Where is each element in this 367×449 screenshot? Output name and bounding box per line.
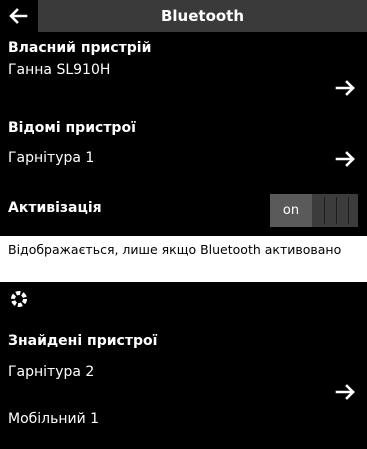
loading-spinner-icon (11, 291, 27, 307)
knob-grip-line (336, 197, 337, 224)
activation-label: Активізація (8, 200, 102, 216)
bluetooth-note: Відображається, лише якщо Bluetooth акти… (0, 236, 367, 282)
knob-grip-line (324, 197, 325, 224)
toggle-on-label: on (270, 194, 312, 227)
found-device-item[interactable]: Мобільний 1 (8, 411, 99, 427)
arrow-left-icon (9, 8, 28, 24)
page-title: Bluetooth (160, 7, 245, 25)
knob-grip-line (348, 197, 349, 224)
arrow-right-icon[interactable] (335, 384, 357, 400)
title-area: Bluetooth (38, 0, 367, 32)
bluetooth-screen: Bluetooth Власний пристрій Ганна SL910H … (0, 0, 367, 449)
activation-toggle[interactable]: on (270, 194, 358, 227)
known-devices-heading: Відомі пристрої (8, 120, 136, 136)
back-button[interactable] (0, 0, 36, 32)
own-device-heading: Власний пристрій (8, 40, 152, 56)
title-bar: Bluetooth (0, 0, 367, 32)
found-devices-heading: Знайдені пристрої (8, 333, 158, 349)
found-device-item[interactable]: Гарнітура 2 (8, 364, 94, 380)
known-device-item[interactable]: Гарнітура 1 (8, 150, 94, 166)
own-device-name[interactable]: Ганна SL910H (8, 62, 110, 78)
toggle-knob[interactable] (312, 194, 358, 227)
arrow-right-icon[interactable] (335, 80, 357, 96)
arrow-right-icon[interactable] (335, 151, 357, 167)
